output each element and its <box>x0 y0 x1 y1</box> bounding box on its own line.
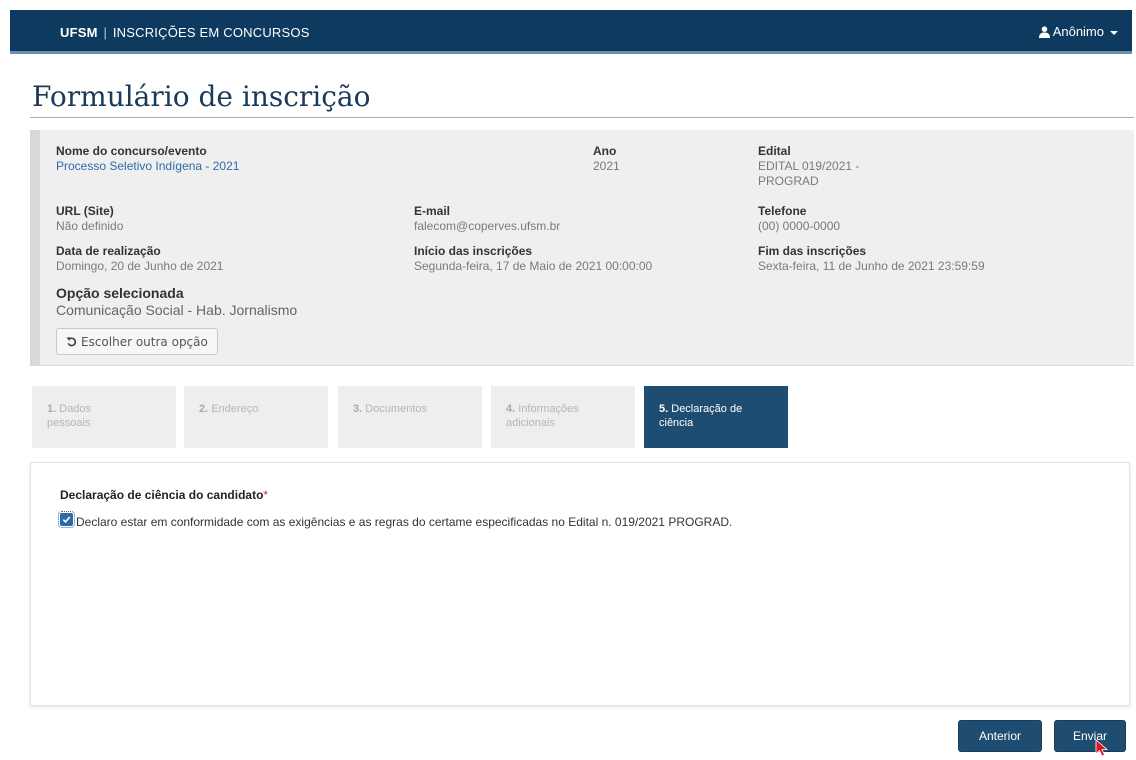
step-label: Dados <box>59 403 92 415</box>
user-menu[interactable]: Anônimo <box>1038 24 1118 39</box>
telefone-label: Telefone <box>758 204 807 218</box>
tab-informacoes-adicionais[interactable]: 4. Informações adicionais <box>491 386 635 448</box>
page-title: Formulário de inscrição <box>32 80 371 113</box>
edital-value-line1: EDITAL 019/2021 - <box>758 159 860 173</box>
telefone-value: (00) 0000-0000 <box>758 219 841 233</box>
field-email: E-mail falecom@coperves.ufsm.br <box>414 204 560 234</box>
choose-other-option-label: Escolher outra opção <box>81 334 208 349</box>
brand-logo-text[interactable]: UFSM <box>60 25 98 40</box>
step-number: 5. <box>659 403 669 415</box>
submit-button[interactable]: Enviar <box>1054 720 1126 752</box>
field-inicio: Início das inscrições Segunda-feira, 17 … <box>414 244 652 274</box>
declaration-checkbox[interactable] <box>58 511 75 528</box>
undo-icon <box>66 337 77 347</box>
brand-title[interactable]: INSCRIÇÕES EM CONCURSOS <box>113 25 310 40</box>
field-nome: Nome do concurso/evento Processo Seletiv… <box>56 144 239 174</box>
declaration-title: Declaração de ciência do candidato* <box>60 488 268 502</box>
required-marker: * <box>263 488 269 502</box>
email-value: falecom@coperves.ufsm.br <box>414 219 561 233</box>
inicio-value: Segunda-feira, 17 de Maio de 2021 00:00:… <box>414 259 653 273</box>
step-label: Endereço <box>211 403 259 415</box>
tab-declaracao-ciencia[interactable]: 5. Declaração de ciência <box>644 386 788 448</box>
field-ano: Ano 2021 <box>593 144 620 174</box>
field-telefone: Telefone (00) 0000-0000 <box>758 204 840 234</box>
field-url: URL (Site) Não definido <box>56 204 123 234</box>
top-navbar: UFSM | INSCRIÇÕES EM CONCURSOS Anônimo <box>10 10 1132 54</box>
declaration-text[interactable]: Declaro estar em conformidade com as exi… <box>60 513 750 531</box>
step-number: 1. <box>47 403 57 415</box>
email-label: E-mail <box>414 204 451 218</box>
data-realizacao-value: Domingo, 20 de Junho de 2021 <box>56 259 224 273</box>
data-realizacao-label: Data de realização <box>56 244 161 258</box>
nome-value[interactable]: Processo Seletivo Indígena - 2021 <box>56 159 239 174</box>
url-value: Não definido <box>56 219 124 233</box>
tab-endereco[interactable]: 2. Endereço <box>184 386 328 448</box>
declaration-panel: Declaração de ciência do candidato* Decl… <box>30 462 1130 706</box>
brand[interactable]: UFSM | INSCRIÇÕES EM CONCURSOS <box>60 25 310 40</box>
field-fim: Fim das inscrições Sexta-feira, 11 de Ju… <box>758 244 985 274</box>
opcao-value: Comunicação Social - Hab. Jornalismo <box>56 302 298 318</box>
ano-label: Ano <box>593 144 617 158</box>
nome-label: Nome do concurso/evento <box>56 144 207 158</box>
opcao-label: Opção selecionada <box>56 285 184 301</box>
user-name[interactable]: Anônimo <box>1053 24 1104 39</box>
checkmark-icon <box>62 516 71 524</box>
step-label: Documentos <box>365 403 428 415</box>
previous-button[interactable]: Anterior <box>958 720 1042 752</box>
edital-label: Edital <box>758 144 791 158</box>
event-info-panel: Nome do concurso/evento Processo Seletiv… <box>30 130 1134 366</box>
chevron-down-icon <box>1110 30 1118 35</box>
fim-label: Fim das inscrições <box>758 244 867 258</box>
field-edital: Edital EDITAL 019/2021 - PROGRAD <box>758 144 859 189</box>
declaration-title-text: Declaração de ciência do candidato <box>60 488 264 502</box>
ano-value: 2021 <box>593 159 620 173</box>
url-label: URL (Site) <box>56 204 114 218</box>
title-divider <box>30 117 1134 118</box>
step-label: Declaração de <box>671 403 743 415</box>
step-label-line2: adicionais <box>506 417 555 429</box>
step-label-line2: ciência <box>659 417 694 429</box>
fim-value: Sexta-feira, 11 de Junho de 2021 23:59:5… <box>758 259 985 273</box>
cursor-pointer-icon <box>1095 739 1109 757</box>
step-number: 2. <box>199 403 209 415</box>
inicio-label: Início das inscrições <box>414 244 533 258</box>
field-opcao: Opção selecionada Comunicação Social - H… <box>56 286 297 320</box>
choose-other-option-button[interactable]: Escolher outra opção <box>56 328 218 355</box>
tab-dados-pessoais[interactable]: 1. Dados pessoais <box>32 386 176 448</box>
field-data-realizacao: Data de realização Domingo, 20 de Junho … <box>56 244 223 274</box>
step-number: 3. <box>353 403 363 415</box>
step-label-line2: pessoais <box>47 417 91 429</box>
step-label: Informações <box>518 403 579 415</box>
tab-documentos[interactable]: 3. Documentos <box>338 386 482 448</box>
edital-value-line2: PROGRAD <box>758 174 819 188</box>
brand-separator: | <box>103 25 108 40</box>
user-icon <box>1038 25 1050 38</box>
step-number: 4. <box>506 403 516 415</box>
